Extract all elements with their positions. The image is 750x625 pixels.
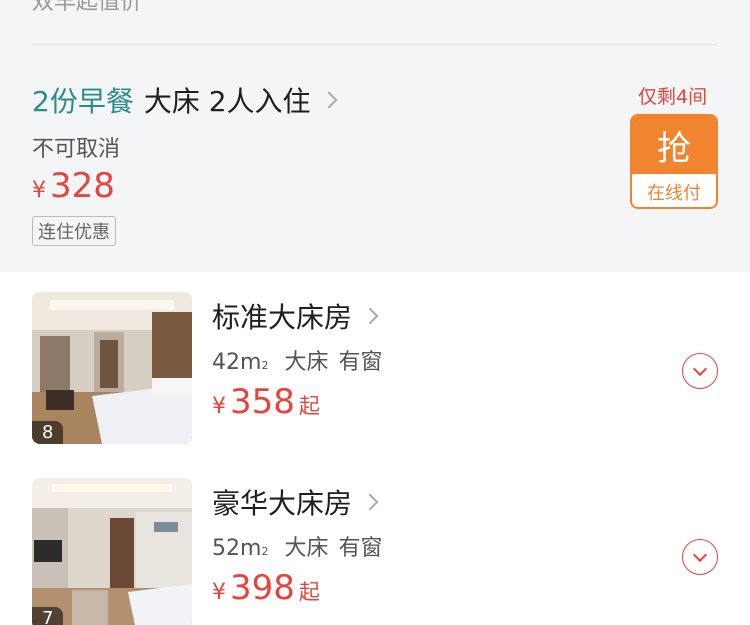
- room-area: 52m: [212, 536, 262, 561]
- price-value: 398: [230, 568, 295, 608]
- promo-tag: 连住优惠: [32, 216, 116, 246]
- room-price: ¥ 358 起: [212, 382, 320, 422]
- price-value: 358: [230, 382, 295, 422]
- room-name-label: 标准大床房: [212, 301, 353, 334]
- room-name-label: 豪华大床房: [212, 487, 353, 520]
- expand-room-button[interactable]: [682, 353, 718, 389]
- chevron-right-icon: [361, 307, 379, 325]
- price-suffix: 起: [298, 394, 320, 418]
- divider: [32, 44, 718, 45]
- previous-item-text: 双早起值价: [32, 0, 143, 15]
- room-window: 有窗: [338, 536, 383, 561]
- expand-room-button[interactable]: [682, 539, 718, 575]
- photo-count: 8: [32, 421, 64, 444]
- room-price: ¥ 398 起: [212, 568, 320, 608]
- room-bed: 大床: [284, 350, 329, 375]
- room-photo[interactable]: 7: [32, 478, 192, 625]
- chevron-down-icon: [692, 547, 708, 562]
- room-specs: 52m 2 大床 有窗: [212, 530, 382, 562]
- breakfast-label: 2份早餐: [32, 85, 134, 118]
- rate-plan-price: ¥ 328: [32, 166, 115, 206]
- book-label: 抢: [632, 116, 716, 174]
- room-area: 42m: [212, 350, 262, 375]
- rooms-remaining: 仅剩4间: [638, 86, 708, 108]
- cancel-policy: 不可取消: [32, 137, 121, 162]
- room-window: 有窗: [338, 350, 383, 375]
- currency-symbol: ¥: [32, 178, 46, 203]
- chevron-right-icon: [361, 493, 379, 511]
- pay-online-label: 在线付: [647, 182, 701, 204]
- photo-count: 7: [32, 607, 64, 625]
- rate-plan-title[interactable]: 2份早餐 大床 2人入住: [32, 80, 338, 120]
- currency-symbol: ¥: [212, 580, 226, 605]
- price-suffix: 起: [298, 580, 320, 604]
- room-photo[interactable]: 8: [32, 292, 192, 444]
- room-photo-image: [32, 478, 192, 625]
- room-area-unit: 2: [261, 545, 269, 558]
- room-specs: 42m 2 大床 有窗: [212, 344, 382, 376]
- room-item[interactable]: 7 豪华大床房 52m 2 大床 有窗 ¥ 398 起: [0, 476, 750, 625]
- room-item[interactable]: 8 标准大床房 42m 2 大床 有窗 ¥ 358 起: [0, 290, 750, 460]
- chevron-right-icon: [320, 91, 338, 109]
- room-name[interactable]: 豪华大床房: [212, 482, 379, 522]
- room-bed: 大床: [284, 536, 329, 561]
- bed-occupancy-label: 大床 2人入住: [143, 85, 311, 118]
- room-name[interactable]: 标准大床房: [212, 296, 379, 336]
- rate-plan-panel: 双早起值价 2份早餐 大床 2人入住 不可取消 ¥ 328 连住优惠 仅剩4间 …: [0, 0, 750, 272]
- chevron-down-icon: [692, 361, 708, 376]
- currency-symbol: ¥: [212, 394, 226, 419]
- price-value: 328: [50, 166, 115, 206]
- room-area-unit: 2: [261, 359, 269, 372]
- book-button[interactable]: 抢 在线付: [630, 114, 718, 209]
